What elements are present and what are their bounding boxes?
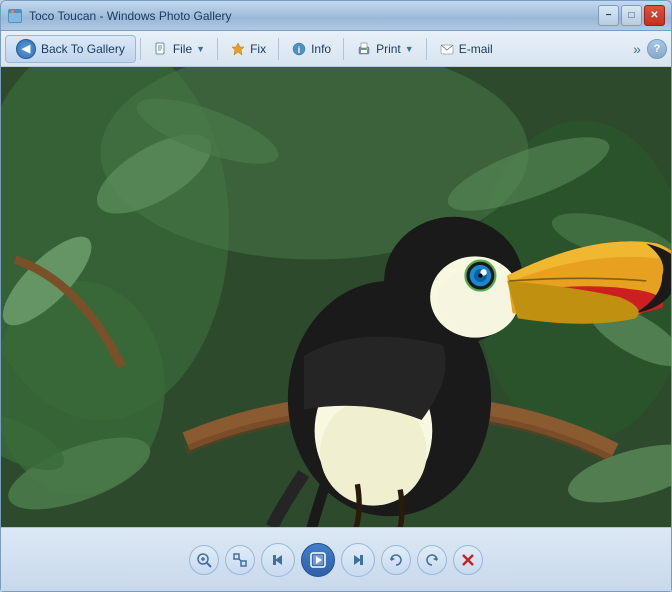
print-dropdown-icon: ▼ [405,44,414,54]
help-button[interactable]: ? [647,39,667,59]
back-arrow-icon: ◀ [16,39,36,59]
info-icon: i [291,41,307,57]
main-window: Toco Toucan - Windows Photo Gallery − □ … [0,0,672,592]
minimize-button[interactable]: − [598,5,619,26]
print-label: Print [376,42,401,56]
back-to-gallery-button[interactable]: ◀ Back To Gallery [5,35,136,63]
file-button[interactable]: File ▼ [145,37,213,61]
fix-label: Fix [250,42,266,56]
print-button[interactable]: Print ▼ [348,37,422,61]
print-icon [356,41,372,57]
maximize-button[interactable]: □ [621,5,642,26]
previous-button[interactable] [261,543,295,577]
slideshow-button[interactable] [301,543,335,577]
rotate-clockwise-button[interactable] [417,545,447,575]
email-button[interactable]: E-mail [431,37,501,61]
photo-view [1,67,671,527]
separator-3 [278,38,279,60]
fix-button[interactable]: Fix [222,37,274,61]
app-icon [7,8,23,24]
info-button[interactable]: i Info [283,37,339,61]
separator-4 [343,38,344,60]
bottom-bar [1,527,671,591]
info-label: Info [311,42,331,56]
zoom-button[interactable] [189,545,219,575]
separator-2 [217,38,218,60]
file-label: File [173,42,192,56]
file-dropdown-icon: ▼ [196,44,205,54]
window-controls: − □ ✕ [598,5,665,26]
separator-5 [426,38,427,60]
separator-1 [140,38,141,60]
svg-text:i: i [298,45,301,55]
actual-size-button[interactable] [225,545,255,575]
close-button[interactable]: ✕ [644,5,665,26]
toolbar-end: » ? [629,39,667,59]
window-title: Toco Toucan - Windows Photo Gallery [29,9,598,23]
next-button[interactable] [341,543,375,577]
back-label: Back To Gallery [41,42,125,56]
fix-icon [230,41,246,57]
email-icon [439,41,455,57]
file-icon [153,41,169,57]
email-label: E-mail [459,42,493,56]
title-bar: Toco Toucan - Windows Photo Gallery − □ … [1,1,671,31]
overflow-button[interactable]: » [629,39,645,59]
rotate-counterclockwise-button[interactable] [381,545,411,575]
toolbar: ◀ Back To Gallery File ▼ [1,31,671,67]
delete-button[interactable] [453,545,483,575]
